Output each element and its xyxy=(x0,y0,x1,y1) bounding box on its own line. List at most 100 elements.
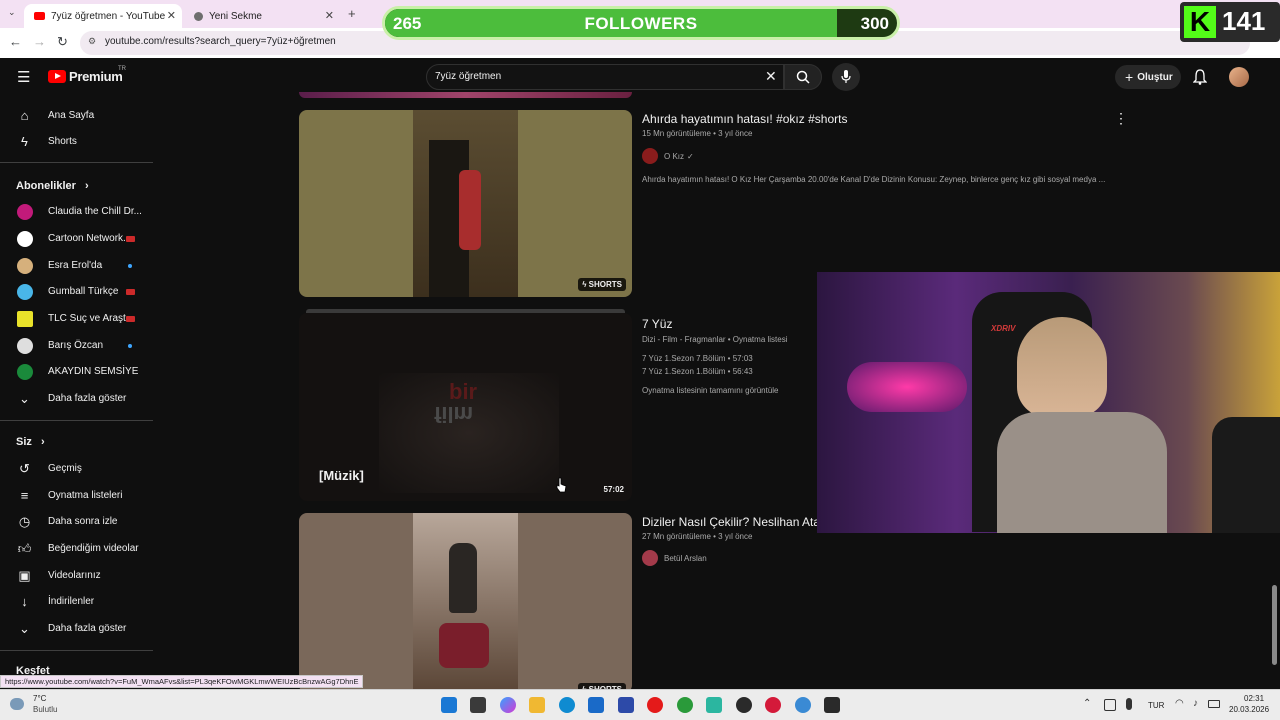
close-tab-icon[interactable]: ✕ xyxy=(167,9,176,22)
site-info-icon[interactable]: ⚙ xyxy=(88,36,96,47)
sidebar-item-watch-later[interactable]: ◷ Daha sonra izle xyxy=(0,509,153,535)
sync-icon[interactable] xyxy=(1104,699,1116,711)
clock-time[interactable]: 02:31 xyxy=(1244,694,1264,703)
chrome-icon[interactable] xyxy=(795,697,811,713)
voice-search-button[interactable] xyxy=(832,63,860,91)
kick-app-icon[interactable] xyxy=(824,697,840,713)
sidebar-item-label: Daha sonra izle xyxy=(48,516,118,527)
channel-row[interactable]: Betül Arslan xyxy=(642,550,707,566)
chevron-up-icon[interactable]: ⌃ xyxy=(1083,698,1091,709)
view-full-playlist-link[interactable]: Oynatma listesinin tamamını görüntüle xyxy=(642,386,779,395)
more-options-icon[interactable]: ⋮ xyxy=(1114,110,1128,127)
sidebar-show-more[interactable]: ⌄ Daha fazla göster xyxy=(0,616,153,642)
close-tab-icon[interactable]: ✕ xyxy=(325,9,334,22)
result-meta: 27 Mn görüntüleme • 3 yıl önce xyxy=(642,532,753,541)
search-input[interactable]: 7yüz öğretmen ✕ xyxy=(426,64,784,90)
result-thumbnail[interactable]: ϟ SHORTS xyxy=(299,110,632,297)
you-heading[interactable]: Siz › xyxy=(16,436,45,448)
new-tab-icon[interactable]: + xyxy=(348,6,356,21)
notifications-icon[interactable] xyxy=(1193,69,1207,85)
previous-result-thumbnail[interactable] xyxy=(299,92,632,98)
obs-icon[interactable] xyxy=(736,697,752,713)
menu-icon[interactable]: ☰ xyxy=(17,68,30,86)
search-button[interactable] xyxy=(784,64,822,90)
scrollbar-thumb[interactable] xyxy=(1272,585,1277,665)
new-content-dot xyxy=(128,264,132,268)
sidebar-item-downloads[interactable]: ↓ İndirilenler xyxy=(0,589,153,615)
result-thumbnail[interactable]: ϟ SHORTS xyxy=(299,513,632,693)
app-icon[interactable] xyxy=(765,697,781,713)
thumbnail-figure xyxy=(439,623,489,668)
clear-search-icon[interactable]: ✕ xyxy=(765,68,777,85)
sidebar-item-history[interactable]: ↺ Geçmiş xyxy=(0,456,153,482)
copilot-icon[interactable] xyxy=(500,697,516,713)
store-icon[interactable] xyxy=(588,697,604,713)
edge-icon[interactable] xyxy=(559,697,575,713)
chrome-icon[interactable] xyxy=(677,697,693,713)
tab-new[interactable]: Yeni Sekme ✕ xyxy=(184,4,340,28)
subscriptions-title: Abonelikler xyxy=(16,180,76,192)
sidebar-show-more[interactable]: ⌄ Daha fazla göster xyxy=(0,386,153,412)
result-title[interactable]: Diziler Nasıl Çekilir? Neslihan Ata xyxy=(642,515,820,529)
avatar[interactable] xyxy=(1229,67,1249,87)
battery-icon[interactable] xyxy=(1208,700,1220,708)
sidebar-item-your-videos[interactable]: ▣ Videolarınız xyxy=(0,563,153,589)
playlists-icon: ≡ xyxy=(20,488,29,503)
language-indicator[interactable]: TUR xyxy=(1148,701,1164,710)
microphone-icon xyxy=(841,70,851,83)
sidebar-item-liked[interactable]: 👍︎ Beğendiğim videolar xyxy=(0,536,153,562)
sidebar-item-playlists[interactable]: ≡ Oynatma listeleri xyxy=(0,483,153,509)
opera-icon[interactable] xyxy=(647,697,663,713)
search-icon xyxy=(796,70,810,84)
sidebar-item-label: AKAYDIN SEMSİYE xyxy=(48,366,139,377)
clock-date[interactable]: 20.03.2026 xyxy=(1229,705,1269,714)
divider xyxy=(0,650,153,651)
back-icon[interactable]: ← xyxy=(9,34,22,49)
sidebar-item-label: Videolarınız xyxy=(48,570,101,581)
result-title[interactable]: Ahırda hayatımın hatası! #okız #shorts xyxy=(642,112,847,126)
task-view-icon[interactable] xyxy=(470,697,486,713)
chair-brand: XDRIV xyxy=(991,324,1016,333)
sidebar-item-label: Barış Özcan xyxy=(48,340,104,351)
youtube-logo-icon[interactable] xyxy=(48,70,66,83)
sidebar-item-subscription[interactable]: Esra Erol'da xyxy=(0,253,153,279)
kick-count: 141 xyxy=(1222,6,1266,36)
sidebar-item-label: Daha fazla göster xyxy=(48,393,127,404)
forward-icon[interactable]: → xyxy=(33,34,46,49)
create-button[interactable]: + Oluştur xyxy=(1115,65,1181,89)
tab-title: 7yüz öğretmen - YouTube xyxy=(51,10,166,22)
sidebar-item-home[interactable]: ⌂ Ana Sayfa xyxy=(0,103,153,129)
volume-icon[interactable]: ♪ xyxy=(1193,698,1198,709)
channel-avatar xyxy=(17,204,33,220)
start-icon[interactable] xyxy=(441,697,457,713)
chevron-down-icon: ⌄ xyxy=(19,621,30,636)
result-title[interactable]: 7 Yüz xyxy=(642,317,672,331)
sidebar-item-subscription[interactable]: AKAYDIN SEMSİYE xyxy=(0,359,153,385)
playlist-thumbnail[interactable]: bir film [Müzik] 57:02 xyxy=(299,313,632,501)
sidebar-item-subscription[interactable]: Barış Özcan xyxy=(0,333,153,359)
tab-search-icon[interactable]: ⌄ xyxy=(8,7,16,18)
microphone-icon[interactable] xyxy=(1126,698,1132,710)
plus-icon: + xyxy=(1125,69,1134,85)
sidebar-item-shorts[interactable]: ϟ Shorts xyxy=(0,129,153,155)
sidebar-item-subscription[interactable]: Claudia the Chill Dr... xyxy=(0,199,153,225)
sidebar-item-subscription[interactable]: TLC Suç ve Araşt... xyxy=(0,306,153,332)
tab-youtube[interactable]: 7yüz öğretmen - YouTube ✕ xyxy=(24,4,182,28)
duration-badge: 57:02 xyxy=(603,485,624,494)
thumbnail-figure xyxy=(449,543,477,613)
caption-text: [Müzik] xyxy=(319,468,364,483)
app-icon[interactable] xyxy=(618,697,634,713)
playlist-episode[interactable]: 7 Yüz 1.Sezon 1.Bölüm • 56:43 xyxy=(642,367,753,376)
sidebar-item-subscription[interactable]: Cartoon Network... xyxy=(0,226,153,252)
reload-icon[interactable]: ↻ xyxy=(57,34,68,50)
download-icon: ↓ xyxy=(21,594,28,609)
sidebar-item-subscription[interactable]: Gumball Türkçe xyxy=(0,279,153,305)
shorts-icon: ϟ xyxy=(21,134,28,149)
playlist-episode[interactable]: 7 Yüz 1.Sezon 7.Bölüm • 57:03 xyxy=(642,354,753,363)
app-icon[interactable] xyxy=(706,697,722,713)
weather-icon[interactable] xyxy=(10,698,24,710)
channel-row[interactable]: O Kız ✓ xyxy=(642,148,694,164)
file-explorer-icon[interactable] xyxy=(529,697,545,713)
wifi-icon[interactable]: ◠ xyxy=(1175,698,1184,709)
subscriptions-heading[interactable]: Abonelikler › xyxy=(16,180,89,192)
